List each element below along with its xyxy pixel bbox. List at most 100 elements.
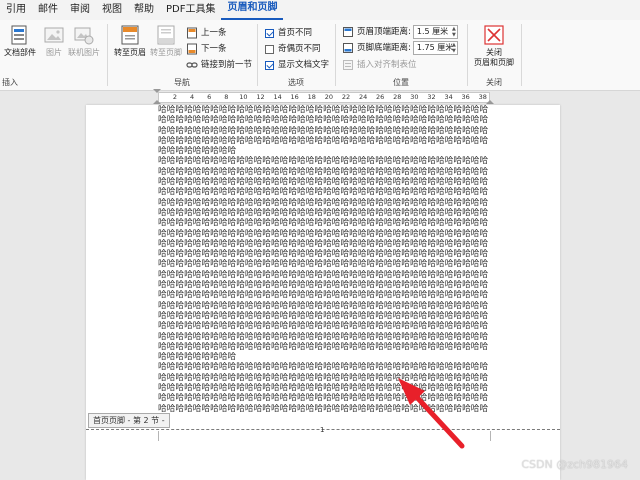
- tab-4[interactable]: 帮助: [128, 2, 160, 20]
- ruler-number: 10: [239, 93, 248, 101]
- tab-3[interactable]: 视图: [96, 2, 128, 20]
- ruler-number: 16: [290, 93, 299, 101]
- picture-icon: [43, 24, 65, 46]
- close-group: 关闭 页眉和页脚 关闭: [468, 20, 520, 90]
- text-line[interactable]: 哈哈哈哈哈哈哈哈哈哈哈哈哈哈哈哈哈哈哈哈哈哈哈哈哈哈哈哈哈哈哈哈哈哈哈哈哈哈: [158, 249, 492, 259]
- text-line[interactable]: 哈哈哈哈哈哈哈哈哈: [158, 146, 492, 156]
- text-line[interactable]: 哈哈哈哈哈哈哈哈哈哈哈哈哈哈哈哈哈哈哈哈哈哈哈哈哈哈哈哈哈哈哈哈哈哈哈哈哈哈: [158, 239, 492, 249]
- different-odd-even-label: 奇偶页不同: [278, 44, 321, 54]
- tab-5[interactable]: PDF工具集: [160, 2, 221, 20]
- text-line[interactable]: 哈哈哈哈哈哈哈哈哈哈哈哈哈哈哈哈哈哈哈哈哈哈哈哈哈哈哈哈哈哈哈哈哈哈哈哈哈哈: [158, 167, 492, 177]
- tab-0[interactable]: 引用: [0, 2, 32, 20]
- footer-bottom-input[interactable]: 1.75 厘米 ▲ ▼: [412, 41, 458, 55]
- text-line[interactable]: 哈哈哈哈哈哈哈哈哈哈哈哈哈哈哈哈哈哈哈哈哈哈哈哈哈哈哈哈哈哈哈哈哈哈哈哈哈哈: [158, 332, 492, 342]
- text-line[interactable]: 哈哈哈哈哈哈哈哈哈哈哈哈哈哈哈哈哈哈哈哈哈哈哈哈哈哈哈哈哈哈哈哈哈哈哈哈哈哈: [158, 383, 492, 393]
- footer-bottom-icon: [342, 42, 354, 54]
- close-header-footer-button[interactable]: 关闭 页眉和页脚: [470, 24, 518, 68]
- close-label-line2: 页眉和页脚: [474, 58, 514, 67]
- text-line[interactable]: 哈哈哈哈哈哈哈哈哈哈哈哈哈哈哈哈哈哈哈哈哈哈哈哈哈哈哈哈哈哈哈哈哈哈哈哈哈哈: [158, 177, 492, 187]
- insert-align-tab-label: 插入对齐制表位: [357, 60, 417, 70]
- spin-arrows-icon[interactable]: ▲ ▼: [452, 42, 456, 54]
- page-number[interactable]: 1: [320, 426, 324, 434]
- different-odd-even-checkbox[interactable]: 奇偶页不同: [265, 42, 321, 56]
- text-line[interactable]: 哈哈哈哈哈哈哈哈哈哈哈哈哈哈哈哈哈哈哈哈哈哈哈哈哈哈哈哈哈哈哈哈哈哈哈哈哈哈: [158, 301, 492, 311]
- different-odd-even-check[interactable]: [265, 44, 274, 54]
- text-line[interactable]: 哈哈哈哈哈哈哈哈哈哈哈哈哈哈哈哈哈哈哈哈哈哈哈哈哈哈哈哈哈哈哈哈哈哈哈哈哈哈: [158, 404, 492, 414]
- ruler-number: 26: [376, 93, 385, 101]
- spin-arrows-icon[interactable]: ▲ ▼: [452, 26, 456, 38]
- header-top-icon: [342, 26, 354, 38]
- goto-header-button[interactable]: 转至页眉: [110, 24, 150, 58]
- picture-label: 图片: [46, 48, 62, 57]
- tab-1[interactable]: 邮件: [32, 2, 64, 20]
- text-line[interactable]: 哈哈哈哈哈哈哈哈哈哈哈哈哈哈哈哈哈哈哈哈哈哈哈哈哈哈哈哈哈哈哈哈哈哈哈哈哈哈: [158, 280, 492, 290]
- text-line[interactable]: 哈哈哈哈哈哈哈哈哈哈哈哈哈哈哈哈哈哈哈哈哈哈哈哈哈哈哈哈哈哈哈哈哈哈哈哈哈哈: [158, 198, 492, 208]
- options-group-label: 选项: [288, 78, 304, 87]
- online-picture-label: 联机图片: [68, 48, 100, 57]
- align-tab-icon: [342, 59, 354, 71]
- first-line-indent-marker[interactable]: [153, 89, 161, 93]
- right-indent-marker[interactable]: [486, 100, 494, 104]
- left-indent-marker[interactable]: [153, 100, 161, 104]
- link-previous-button[interactable]: 链接到前一节: [186, 58, 252, 72]
- text-line[interactable]: 哈哈哈哈哈哈哈哈哈: [158, 352, 492, 362]
- online-picture-button[interactable]: 联机图片: [64, 24, 104, 58]
- text-line[interactable]: 哈哈哈哈哈哈哈哈哈哈哈哈哈哈哈哈哈哈哈哈哈哈哈哈哈哈哈哈哈哈哈哈哈哈哈哈哈哈: [158, 373, 492, 383]
- header-top-value: 1.5 厘米: [416, 27, 449, 36]
- ruler-number: 14: [273, 93, 282, 101]
- text-line[interactable]: 哈哈哈哈哈哈哈哈哈哈哈哈哈哈哈哈哈哈哈哈哈哈哈哈哈哈哈哈哈哈哈哈哈哈哈哈哈哈: [158, 208, 492, 218]
- doc-parts-label: 文档部件: [4, 48, 36, 57]
- ruler-number: 34: [444, 93, 453, 101]
- show-doc-text-check[interactable]: [265, 60, 274, 70]
- tab-2[interactable]: 审阅: [64, 2, 96, 20]
- show-doc-text-label: 显示文档文字: [278, 60, 330, 70]
- different-first-page-check[interactable]: [265, 28, 274, 38]
- document-body[interactable]: 哈哈哈哈哈哈哈哈哈哈哈哈哈哈哈哈哈哈哈哈哈哈哈哈哈哈哈哈哈哈哈哈哈哈哈哈哈哈 哈哈…: [158, 105, 492, 414]
- next-icon: [186, 43, 198, 55]
- show-doc-text-checkbox[interactable]: 显示文档文字: [265, 58, 329, 72]
- position-group-label: 位置: [393, 78, 409, 87]
- ribbon: 文档部件 图片 联机图片 插入 转至页眉 转至页脚 上一条 下一条 链接到前一节…: [0, 20, 640, 91]
- margin-corner-mark: [490, 431, 499, 441]
- next-button[interactable]: 下一条: [186, 42, 227, 56]
- text-line[interactable]: 哈哈哈哈哈哈哈哈哈哈哈哈哈哈哈哈哈哈哈哈哈哈哈哈哈哈哈哈哈哈哈哈哈哈哈哈哈哈: [158, 362, 492, 372]
- text-line[interactable]: 哈哈哈哈哈哈哈哈哈哈哈哈哈哈哈哈哈哈哈哈哈哈哈哈哈哈哈哈哈哈哈哈哈哈哈哈哈哈: [158, 270, 492, 280]
- text-line[interactable]: 哈哈哈哈哈哈哈哈哈哈哈哈哈哈哈哈哈哈哈哈哈哈哈哈哈哈哈哈哈哈哈哈哈哈哈哈哈哈: [158, 321, 492, 331]
- doc-parts-icon: [9, 24, 31, 46]
- insert-group: 文档部件 图片 联机图片 插入: [0, 20, 106, 90]
- text-line[interactable]: 哈哈哈哈哈哈哈哈哈哈哈哈哈哈哈哈哈哈哈哈哈哈哈哈哈哈哈哈哈哈哈哈哈哈哈哈哈哈: [158, 115, 492, 125]
- goto-footer-button[interactable]: 转至页脚: [146, 24, 186, 58]
- insert-align-tab-button[interactable]: 插入对齐制表位: [342, 58, 417, 72]
- next-label: 下一条: [201, 44, 227, 54]
- text-line[interactable]: 哈哈哈哈哈哈哈哈哈哈哈哈哈哈哈哈哈哈哈哈哈哈哈哈哈哈哈哈哈哈哈哈哈哈哈哈哈哈: [158, 136, 492, 146]
- ruler-number: 20: [324, 93, 334, 101]
- header-top-input[interactable]: 1.5 厘米 ▲ ▼: [412, 25, 458, 39]
- horizontal-ruler[interactable]: 2 4 6 8 10 12 14 16 18 20 22 24 26 28 30 32 34 36 38: [158, 92, 490, 103]
- text-line[interactable]: 哈哈哈哈哈哈哈哈哈哈哈哈哈哈哈哈哈哈哈哈哈哈哈哈哈哈哈哈哈哈哈哈哈哈哈哈哈哈: [158, 342, 492, 352]
- text-line[interactable]: 哈哈哈哈哈哈哈哈哈哈哈哈哈哈哈哈哈哈哈哈哈哈哈哈哈哈哈哈哈哈哈哈哈哈哈哈哈哈: [158, 290, 492, 300]
- text-line[interactable]: 哈哈哈哈哈哈哈哈哈哈哈哈哈哈哈哈哈哈哈哈哈哈哈哈哈哈哈哈哈哈哈哈哈哈哈哈哈哈: [158, 156, 492, 166]
- navigation-group-label: 导航: [174, 78, 190, 87]
- ruler-number: 24: [358, 93, 368, 101]
- text-line[interactable]: 哈哈哈哈哈哈哈哈哈哈哈哈哈哈哈哈哈哈哈哈哈哈哈哈哈哈哈哈哈哈哈哈哈哈哈哈哈哈: [158, 187, 492, 197]
- close-icon: [483, 24, 505, 46]
- previous-button[interactable]: 上一条: [186, 26, 227, 40]
- insert-group-label: 插入: [2, 78, 18, 87]
- close-group-label: 关闭: [486, 78, 502, 87]
- text-line[interactable]: 哈哈哈哈哈哈哈哈哈哈哈哈哈哈哈哈哈哈哈哈哈哈哈哈哈哈哈哈哈哈哈哈哈哈哈哈哈哈: [158, 229, 492, 239]
- text-line[interactable]: 哈哈哈哈哈哈哈哈哈哈哈哈哈哈哈哈哈哈哈哈哈哈哈哈哈哈哈哈哈哈哈哈哈哈哈哈哈哈: [158, 126, 492, 136]
- separator: [521, 24, 522, 86]
- text-line[interactable]: 哈哈哈哈哈哈哈哈哈哈哈哈哈哈哈哈哈哈哈哈哈哈哈哈哈哈哈哈哈哈哈哈哈哈哈哈哈哈: [158, 311, 492, 321]
- footer-section-tag: 首页页脚 - 第 2 节 -: [88, 413, 170, 428]
- text-line[interactable]: 哈哈哈哈哈哈哈哈哈哈哈哈哈哈哈哈哈哈哈哈哈哈哈哈哈哈哈哈哈哈哈哈哈哈哈哈哈哈: [158, 105, 492, 115]
- tab-6[interactable]: 页眉和页脚: [221, 0, 284, 20]
- footer-bottom-label: 页脚底端距离:: [357, 43, 411, 53]
- text-line[interactable]: 哈哈哈哈哈哈哈哈哈哈哈哈哈哈哈哈哈哈哈哈哈哈哈哈哈哈哈哈哈哈哈哈哈哈哈哈哈哈: [158, 393, 492, 403]
- text-line[interactable]: 哈哈哈哈哈哈哈哈哈哈哈哈哈哈哈哈哈哈哈哈哈哈哈哈哈哈哈哈哈哈哈哈哈哈哈哈哈哈: [158, 259, 492, 269]
- goto-header-label: 转至页眉: [114, 48, 146, 57]
- document-page[interactable]: 哈哈哈哈哈哈哈哈哈哈哈哈哈哈哈哈哈哈哈哈哈哈哈哈哈哈哈哈哈哈哈哈哈哈哈哈哈哈 哈哈…: [86, 105, 560, 480]
- ruler-number: 22: [341, 93, 351, 101]
- different-first-page-checkbox[interactable]: 首页不同: [265, 26, 312, 40]
- ruler-number: 4: [190, 93, 195, 101]
- text-line[interactable]: 哈哈哈哈哈哈哈哈哈哈哈哈哈哈哈哈哈哈哈哈哈哈哈哈哈哈哈哈哈哈哈哈哈哈哈哈哈哈: [158, 218, 492, 228]
